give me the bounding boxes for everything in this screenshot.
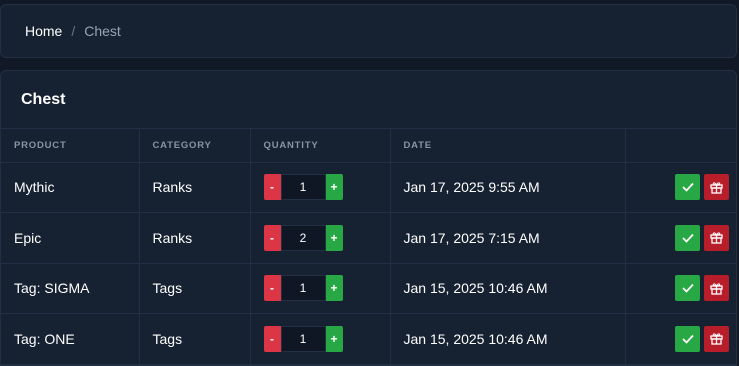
quantity-cell: - + (250, 212, 391, 264)
header-category: CATEGORY (139, 129, 251, 163)
decrement-button[interactable]: - (263, 325, 281, 352)
category-cell: Tags (139, 263, 251, 314)
product-cell: Epic (1, 212, 140, 264)
table-row: Mythic Ranks - + Jan 17, 2025 9:55 AM (1, 162, 736, 213)
quantity-stepper: - + (263, 224, 390, 251)
gift-icon (710, 283, 723, 295)
claim-button[interactable] (675, 174, 700, 201)
quantity-input[interactable] (280, 174, 326, 201)
quantity-stepper: - + (263, 325, 390, 352)
breadcrumb-separator: / (71, 23, 76, 39)
actions-cell (625, 263, 736, 314)
claim-button[interactable] (675, 325, 700, 352)
quantity-input[interactable] (280, 325, 326, 352)
date-cell: Jan 17, 2025 9:55 AM (390, 162, 626, 213)
check-icon (681, 284, 694, 294)
date-cell: Jan 17, 2025 7:15 AM (390, 212, 626, 264)
quantity-cell: - + (250, 313, 391, 365)
gift-icon (710, 232, 723, 244)
increment-button[interactable]: + (325, 325, 343, 352)
category-cell: Ranks (139, 212, 251, 264)
quantity-stepper: - + (263, 174, 390, 201)
quantity-input[interactable] (280, 275, 326, 302)
gift-button[interactable] (704, 174, 729, 201)
product-cell: Tag: SIGMA (1, 263, 140, 314)
breadcrumb-home-link[interactable]: Home (25, 23, 62, 39)
page-title: Chest (1, 71, 736, 129)
gift-button[interactable] (704, 275, 729, 302)
quantity-cell: - + (250, 263, 391, 314)
actions-cell (625, 162, 736, 213)
product-cell: Tag: ONE (1, 313, 140, 365)
decrement-button[interactable]: - (263, 275, 281, 302)
gift-icon (710, 182, 723, 194)
date-cell: Jan 15, 2025 10:46 AM (390, 263, 626, 314)
actions-cell (625, 313, 736, 365)
header-product: PRODUCT (1, 129, 140, 163)
gift-icon (710, 333, 723, 345)
gift-button[interactable] (704, 325, 729, 352)
chest-table: PRODUCT CATEGORY QUANTITY DATE Mythic Ra… (1, 129, 736, 365)
breadcrumb-current: Chest (84, 23, 121, 39)
header-quantity: QUANTITY (250, 129, 391, 163)
check-icon (681, 183, 694, 193)
claim-button[interactable] (675, 275, 700, 302)
category-cell: Tags (139, 313, 251, 365)
actions-cell (625, 212, 736, 264)
chest-card: Chest PRODUCT CATEGORY QUANTITY DATE Myt… (0, 70, 737, 366)
product-cell: Mythic (1, 162, 140, 213)
check-icon (681, 233, 694, 243)
gift-button[interactable] (704, 224, 729, 251)
increment-button[interactable]: + (325, 224, 343, 251)
quantity-stepper: - + (263, 275, 390, 302)
table-row: Tag: ONE Tags - + Jan 15, 2025 10:46 AM (1, 313, 736, 365)
table-row: Epic Ranks - + Jan 17, 2025 7:15 AM (1, 212, 736, 264)
claim-button[interactable] (675, 224, 700, 251)
table-header-row: PRODUCT CATEGORY QUANTITY DATE (1, 129, 736, 163)
increment-button[interactable]: + (325, 174, 343, 201)
date-cell: Jan 15, 2025 10:46 AM (390, 313, 626, 365)
quantity-input[interactable] (280, 224, 326, 251)
quantity-cell: - + (250, 162, 391, 213)
category-cell: Ranks (139, 162, 251, 213)
decrement-button[interactable]: - (263, 224, 281, 251)
header-date: DATE (390, 129, 626, 163)
header-actions (625, 129, 736, 163)
check-icon (681, 334, 694, 344)
breadcrumb: Home / Chest (0, 4, 737, 58)
decrement-button[interactable]: - (263, 174, 281, 201)
increment-button[interactable]: + (325, 275, 343, 302)
table-row: Tag: SIGMA Tags - + Jan 15, 2025 10:46 A… (1, 263, 736, 314)
